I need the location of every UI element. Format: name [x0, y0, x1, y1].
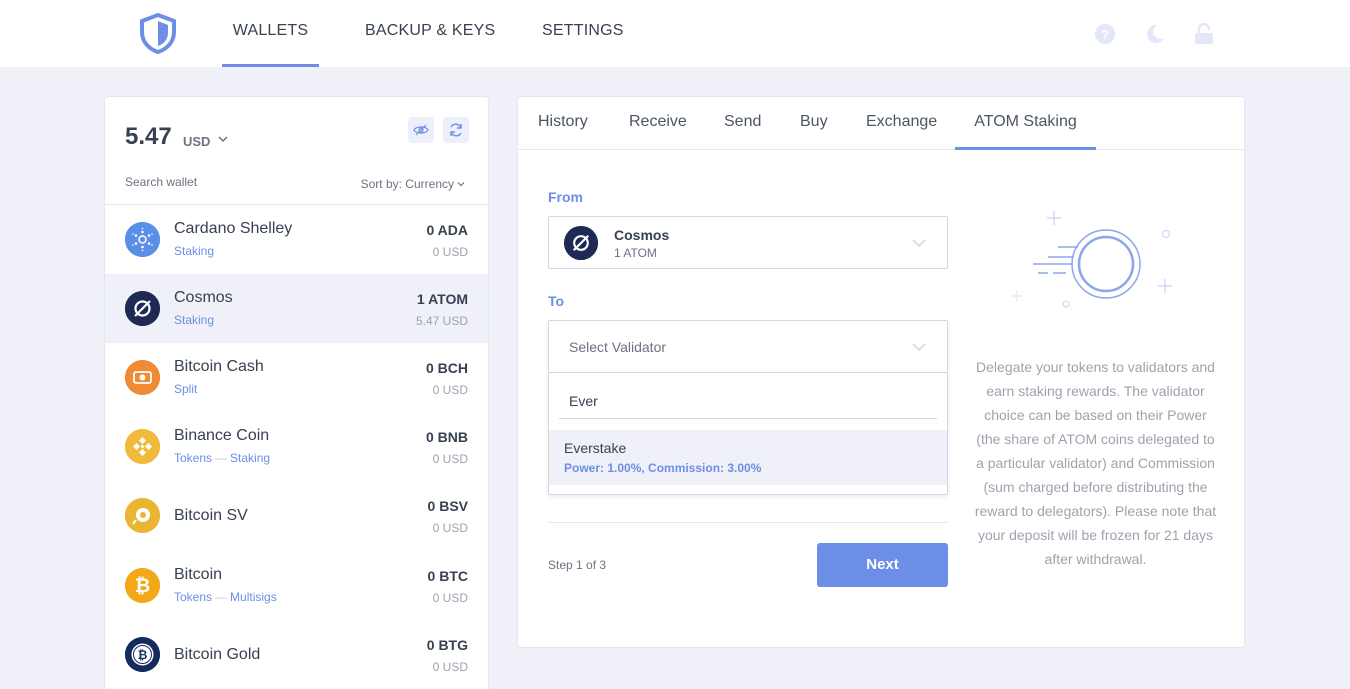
- coin-tags: Split: [174, 382, 197, 396]
- coin-tags: Tokens — Staking: [174, 451, 271, 465]
- coin-amount: 1 ATOM: [416, 291, 468, 307]
- coin-usd: 0 USD: [432, 660, 468, 674]
- tab-history[interactable]: History: [538, 97, 588, 150]
- cosmos-icon: [125, 291, 160, 326]
- coin-usd: 0 USD: [432, 521, 468, 535]
- tag-tokens[interactable]: Tokens: [174, 590, 212, 604]
- step-indicator: Step 1 of 3: [548, 558, 607, 572]
- search-wallet-input[interactable]: Search wallet: [125, 175, 197, 189]
- coin-usd: 0 USD: [432, 383, 468, 397]
- svg-text:₿: ₿: [138, 648, 148, 662]
- validator-option-everstake[interactable]: Everstake Power: 1.00%, Commission: 3.00…: [549, 430, 947, 485]
- validator-detail: Power: 1.00%, Commission: 3.00%: [564, 461, 762, 475]
- chevron-down-icon[interactable]: [911, 235, 927, 251]
- currency-selector[interactable]: USD: [183, 134, 210, 149]
- nav-wallets[interactable]: WALLETS: [222, 0, 319, 67]
- coin-tags: Tokens — Multisigs: [174, 590, 277, 604]
- divider: [548, 522, 948, 523]
- tag-multisigs[interactable]: Multisigs: [230, 590, 277, 604]
- coin-row-bitcoin[interactable]: ₿ Bitcoin Tokens — Multisigs 0 BTC 0 USD: [105, 551, 488, 620]
- coin-amount: 0 BNB: [425, 429, 468, 445]
- validator-name: Everstake: [564, 440, 627, 456]
- cosmos-icon: [564, 226, 598, 260]
- staking-info-text: Delegate your tokens to validators and e…: [974, 359, 1217, 567]
- eye-slash-icon: [413, 124, 429, 136]
- from-coin-balance: 1 ATOM: [614, 246, 657, 260]
- help-icon[interactable]: ?: [1094, 23, 1116, 45]
- refresh-button[interactable]: [443, 117, 469, 143]
- to-label: To: [548, 293, 565, 309]
- coin-name: Cosmos: [174, 289, 233, 306]
- coin-usd: 0 USD: [432, 452, 468, 466]
- coin-row-binance[interactable]: Binance Coin Tokens — Staking 0 BNB 0 USD: [105, 412, 488, 481]
- cardano-icon: [125, 222, 160, 257]
- moon-icon[interactable]: [1144, 23, 1166, 45]
- coin-row-bitcoin-sv[interactable]: Bitcoin SV 0 BSV 0 USD: [105, 481, 488, 551]
- tab-bar: History Receive Send Buy Exchange ATOM S…: [518, 97, 1244, 150]
- coin-usd: 5.47 USD: [415, 314, 468, 328]
- coin-row-cardano[interactable]: Cardano Shelley Staking 0 ADA 0 USD: [105, 205, 488, 274]
- coin-name: Bitcoin SV: [174, 507, 248, 524]
- tag-split[interactable]: Split: [174, 382, 197, 396]
- coin-tags: Staking: [174, 244, 214, 258]
- coin-name: Bitcoin Gold: [174, 646, 261, 663]
- coin-usd: 0 USD: [432, 591, 468, 605]
- coin-amount: 0 BCH: [425, 360, 468, 376]
- coin-row-bitcoin-gold[interactable]: ₿ Bitcoin Gold 0 BTG 0 USD: [105, 620, 488, 689]
- tab-atom-staking[interactable]: ATOM Staking: [955, 97, 1096, 150]
- validator-placeholder: Select Validator: [569, 339, 667, 355]
- coin-row-cosmos[interactable]: Cosmos Staking 1 ATOM 5.47 USD: [105, 274, 488, 343]
- nav-settings[interactable]: SETTINGS: [542, 0, 624, 67]
- lock-icon[interactable]: [1193, 22, 1215, 45]
- tab-send[interactable]: Send: [724, 97, 761, 150]
- bitcoin-cash-icon: [125, 360, 160, 395]
- next-button[interactable]: Next: [817, 543, 948, 587]
- coin-list: Cardano Shelley Staking 0 ADA 0 USD Cosm…: [105, 205, 488, 689]
- coin-amount: 0 BTG: [426, 637, 468, 653]
- coin-tags: Staking: [174, 313, 214, 327]
- tag-tokens[interactable]: Tokens: [174, 451, 212, 465]
- tag-staking[interactable]: Staking: [174, 244, 214, 258]
- svg-text:₿: ₿: [135, 576, 150, 597]
- tag-staking[interactable]: Staking: [174, 313, 214, 327]
- coin-amount: 0 ADA: [426, 222, 469, 238]
- wallet-panel: 5.47 USD Search wallet Sort by: Currency: [104, 96, 489, 689]
- svg-text:?: ?: [1101, 27, 1109, 42]
- app-logo-icon[interactable]: [139, 12, 177, 55]
- tag-staking[interactable]: Staking: [230, 451, 270, 465]
- coin-row-bitcoin-cash[interactable]: Bitcoin Cash Split 0 BCH 0 USD: [105, 343, 488, 412]
- coin-name: Binance Coin: [174, 427, 270, 444]
- from-coin-name: Cosmos: [614, 227, 670, 243]
- chevron-down-icon[interactable]: [456, 179, 466, 189]
- staking-coin-illustration-icon: [1012, 211, 1172, 308]
- hide-balance-button[interactable]: [408, 117, 434, 143]
- total-balance: 5.47: [125, 123, 172, 150]
- validator-dropdown: Select Validator Everstake Power: 1.00%,…: [548, 320, 948, 495]
- from-label: From: [548, 189, 583, 205]
- validator-search-input[interactable]: [559, 383, 937, 419]
- coin-amount: 0 BSV: [427, 498, 468, 514]
- tab-buy[interactable]: Buy: [800, 97, 828, 150]
- staking-card: History Receive Send Buy Exchange ATOM S…: [517, 96, 1245, 648]
- from-select[interactable]: Cosmos 1 ATOM: [548, 216, 948, 269]
- coin-name: Cardano Shelley: [174, 220, 293, 237]
- coin-name: Bitcoin: [174, 566, 223, 583]
- sort-selector[interactable]: Sort by: Currency: [361, 177, 454, 191]
- chevron-down-icon[interactable]: [911, 339, 927, 355]
- bitcoin-gold-icon: ₿: [125, 637, 160, 672]
- chevron-down-icon[interactable]: [217, 133, 229, 145]
- nav-backup-keys[interactable]: BACKUP & KEYS: [365, 0, 495, 67]
- tab-exchange[interactable]: Exchange: [866, 97, 937, 150]
- coin-name: Bitcoin Cash: [174, 358, 264, 375]
- coin-usd: 0 USD: [432, 245, 468, 259]
- bitcoin-sv-icon: [125, 498, 160, 533]
- coin-amount: 0 BTC: [427, 568, 468, 584]
- bitcoin-icon: ₿: [125, 568, 160, 603]
- validator-select[interactable]: Select Validator: [549, 321, 947, 373]
- top-navigation: WALLETS BACKUP & KEYS SETTINGS ?: [0, 0, 1350, 67]
- refresh-icon: [450, 123, 462, 137]
- binance-coin-icon: [125, 429, 160, 464]
- tab-receive[interactable]: Receive: [629, 97, 687, 150]
